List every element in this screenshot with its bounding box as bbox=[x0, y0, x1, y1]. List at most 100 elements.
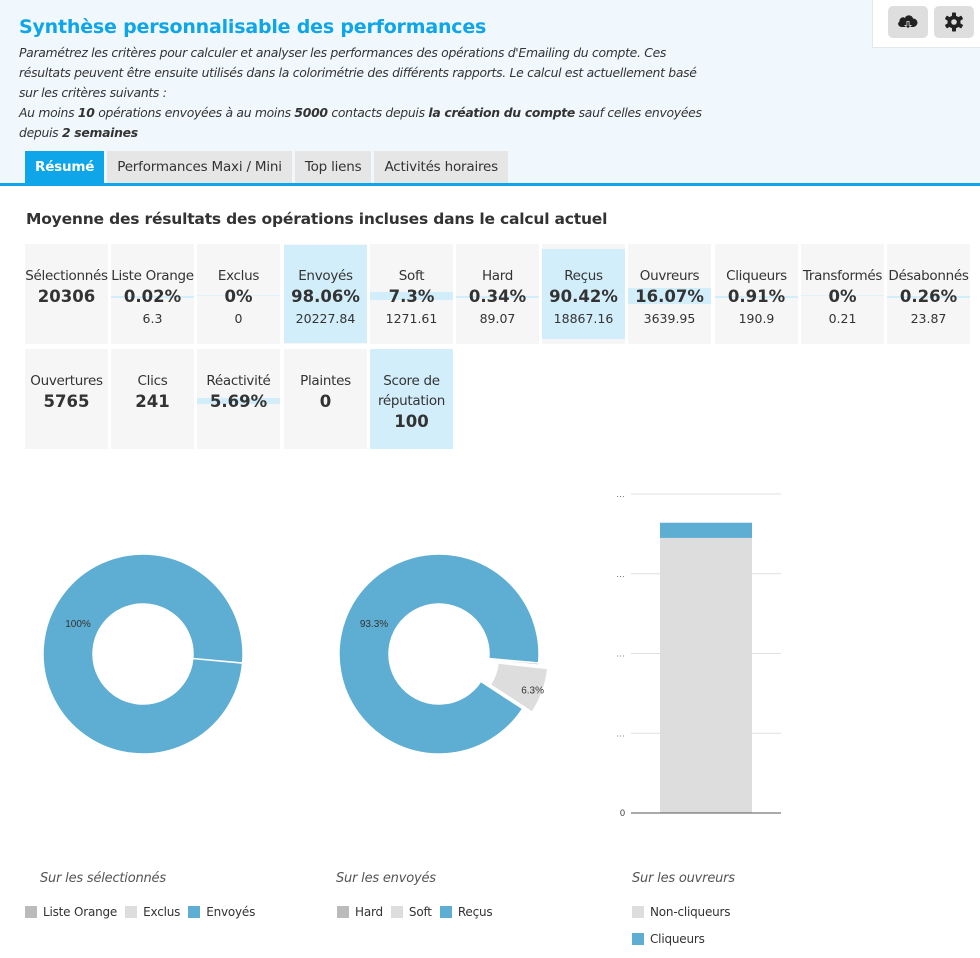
metric-label: Ouvreurs bbox=[639, 268, 700, 284]
metric-value: 0% bbox=[224, 287, 253, 306]
download-button[interactable] bbox=[888, 6, 928, 38]
metric-value: 98.06% bbox=[291, 287, 360, 306]
metric-cell: Hard 0.34% 89.07 bbox=[456, 244, 539, 344]
criteria-excluded-period: 2 semaines bbox=[61, 125, 138, 140]
legend-title-envoyes: Sur les envoyés bbox=[336, 871, 436, 886]
metric-cell: Exclus 0% 0 bbox=[197, 244, 280, 344]
metric-value: 0.34% bbox=[468, 287, 527, 306]
legend-item-non-cliqueurs[interactable]: Non-cliqueurs bbox=[632, 905, 731, 919]
metric-label: Soft bbox=[398, 268, 425, 284]
legend-item[interactable]: Reçus bbox=[439, 905, 493, 919]
legend-swatch bbox=[188, 906, 201, 918]
page-header: Synthèse personnalisable des performance… bbox=[0, 0, 980, 186]
legend-label: Envoyés bbox=[206, 905, 256, 919]
legend-label: Liste Orange bbox=[43, 905, 118, 919]
metric-count: 6.3 bbox=[142, 311, 163, 326]
metric-label: Envoyés bbox=[298, 268, 353, 284]
toolbar bbox=[872, 0, 980, 48]
legend-label: Reçus bbox=[457, 905, 493, 919]
metric-cell: Clics 241 bbox=[111, 349, 194, 449]
metric-count: 89.07 bbox=[479, 311, 516, 326]
metric-cell: Cliqueurs 0.91% 190.9 bbox=[715, 244, 798, 344]
tab-resume[interactable]: Résumé bbox=[25, 151, 105, 184]
metric-label: Clics bbox=[137, 373, 168, 389]
legend-item[interactable]: Envoyés bbox=[188, 905, 255, 919]
metric-value: 5765 bbox=[43, 392, 90, 411]
metric-count: 0 bbox=[234, 311, 243, 326]
pie-slice-re-us bbox=[338, 553, 540, 755]
criteria-text: contacts depuis bbox=[327, 105, 429, 120]
pie-slice-label: 100% bbox=[65, 619, 91, 630]
y-tick-label: … bbox=[616, 728, 625, 738]
settings-button[interactable] bbox=[934, 6, 974, 38]
criteria-min-contacts: 5000 bbox=[294, 105, 328, 120]
legend-item[interactable]: Exclus bbox=[125, 905, 180, 919]
metric-label: Transformés bbox=[802, 268, 883, 284]
tab-top-liens[interactable]: Top liens bbox=[294, 151, 372, 184]
y-tick-label: … bbox=[616, 649, 625, 659]
pie-slice-label: 6.3% bbox=[521, 686, 544, 697]
charts-area: 100% 6.3% 93.3% 0………… bbox=[0, 470, 980, 870]
metric-value: 90.42% bbox=[549, 287, 618, 306]
metric-label: Score de réputation bbox=[377, 373, 446, 409]
gear-icon bbox=[945, 12, 963, 32]
page-description: Paramétrez les critères pour calculer et… bbox=[19, 43, 709, 143]
tab-bar: Résumé Performances Maxi / Mini Top lien… bbox=[25, 151, 508, 184]
charts-svg: 100%6.3%93.3%0………… bbox=[42, 489, 781, 818]
bar-non-cliqueurs bbox=[660, 537, 752, 813]
metric-value: 0 bbox=[319, 392, 332, 411]
y-tick-label: 0 bbox=[620, 808, 625, 818]
metric-count: 18867.16 bbox=[553, 311, 614, 326]
metric-label: Exclus bbox=[217, 268, 260, 284]
legend-swatch bbox=[125, 906, 138, 918]
metric-cell: Réactivité 5.69% bbox=[197, 349, 280, 449]
metric-label: Désabonnés bbox=[888, 268, 969, 284]
legend-swatch bbox=[390, 906, 403, 918]
metric-cell: Score de réputation 100 bbox=[370, 349, 453, 449]
legend-swatch bbox=[25, 906, 37, 918]
tab-underline bbox=[0, 183, 980, 186]
metric-label: Réactivité bbox=[206, 373, 271, 389]
criteria-text: Au moins bbox=[19, 105, 78, 120]
metric-count: 23.87 bbox=[910, 311, 947, 326]
legend-label: Exclus bbox=[143, 905, 181, 919]
metric-value: 0% bbox=[828, 287, 857, 306]
legend-swatch bbox=[337, 906, 349, 918]
legend-label: Soft bbox=[408, 905, 432, 919]
metric-cell: Plaintes 0 bbox=[284, 349, 367, 449]
legend-label: Non-cliqueurs bbox=[650, 905, 731, 919]
tab-activites-horaires[interactable]: Activités horaires bbox=[374, 151, 508, 184]
tab-performances-maxi-mini[interactable]: Performances Maxi / Mini bbox=[107, 151, 292, 184]
metric-cell: Sélectionnés 20306 bbox=[25, 244, 108, 344]
metric-cell: Reçus 90.42% 18867.16 bbox=[542, 244, 625, 344]
legend-item[interactable]: Liste Orange bbox=[25, 905, 117, 919]
metric-value: 0.26% bbox=[899, 287, 958, 306]
legend-selectionnes: Liste Orange Exclus Envoyés bbox=[25, 905, 263, 919]
y-tick-label: … bbox=[616, 489, 625, 499]
y-tick-label: … bbox=[616, 569, 625, 579]
metric-cell: Désabonnés 0.26% 23.87 bbox=[887, 244, 970, 344]
metric-label: Hard bbox=[481, 268, 514, 284]
section-title: Moyenne des résultats des opérations inc… bbox=[26, 210, 608, 228]
legend-title-ouvreurs: Sur les ouvreurs bbox=[632, 871, 735, 886]
legend-item[interactable]: Soft bbox=[390, 905, 432, 919]
metric-cell: Soft 7.3% 1271.61 bbox=[370, 244, 453, 344]
metric-count: 20227.84 bbox=[295, 311, 356, 326]
legend-swatch bbox=[632, 933, 644, 945]
legend-item[interactable]: Hard bbox=[337, 905, 383, 919]
criteria-since: la création du compte bbox=[428, 105, 576, 120]
metric-label: Reçus bbox=[564, 268, 603, 284]
legend-swatch bbox=[439, 906, 452, 918]
metric-cell: Ouvertures 5765 bbox=[25, 349, 108, 449]
metric-label: Sélectionnés bbox=[25, 268, 108, 284]
legend-label: Hard bbox=[355, 905, 383, 919]
metric-value: 7.3% bbox=[388, 287, 435, 306]
metric-value: 16.07% bbox=[635, 287, 704, 306]
metric-value: 241 bbox=[135, 392, 170, 411]
legend-item-cliqueurs[interactable]: Cliqueurs bbox=[632, 932, 705, 946]
description-text: Paramétrez les critères pour calculer et… bbox=[19, 45, 697, 100]
metric-cell: Envoyés 98.06% 20227.84 bbox=[284, 244, 367, 344]
metric-value: 5.69% bbox=[209, 392, 268, 411]
metric-value: 20306 bbox=[37, 287, 96, 306]
metric-value: 0.02% bbox=[123, 287, 182, 306]
